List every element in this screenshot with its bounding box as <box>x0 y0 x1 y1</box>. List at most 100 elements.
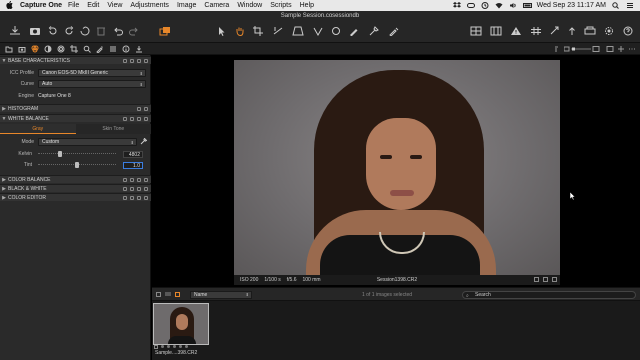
output-tab-icon[interactable] <box>135 45 143 53</box>
help-icon[interactable] <box>123 195 127 200</box>
tint-slider-handle[interactable] <box>75 162 79 168</box>
copy-icon[interactable] <box>137 177 141 182</box>
help-icon[interactable] <box>123 116 127 121</box>
app-menu[interactable]: Capture One <box>20 2 62 9</box>
notification-center-icon[interactable] <box>626 2 634 9</box>
proof-margins-icon[interactable] <box>549 26 561 36</box>
select-tool-icon[interactable] <box>216 26 228 36</box>
help-icon[interactable] <box>123 58 127 63</box>
timemachine-icon[interactable] <box>481 2 489 9</box>
menu-scripts[interactable]: Scripts <box>270 2 291 9</box>
menu-help[interactable]: Help <box>300 2 314 9</box>
crop-tool-icon[interactable] <box>252 26 264 36</box>
grid-overlay-icon[interactable] <box>530 26 542 36</box>
import-icon[interactable] <box>9 26 21 36</box>
copy-icon[interactable] <box>137 195 141 200</box>
help-icon[interactable] <box>137 106 141 111</box>
kelvin-slider-handle[interactable] <box>58 151 62 157</box>
menu-adjustments[interactable]: Adjustments <box>130 2 169 9</box>
browser-filmstrip-icon[interactable] <box>175 292 180 297</box>
more-icon[interactable] <box>628 45 636 53</box>
menu-camera[interactable]: Camera <box>204 2 229 9</box>
thumbnail[interactable] <box>153 303 209 345</box>
rotate-left-icon[interactable] <box>47 26 59 36</box>
multi-view-icon[interactable] <box>490 26 502 36</box>
color-tab-icon[interactable] <box>31 45 39 53</box>
more-icon[interactable] <box>144 177 148 182</box>
copy-icon[interactable] <box>137 116 141 121</box>
more-icon[interactable] <box>144 58 148 63</box>
help-icon[interactable] <box>123 186 127 191</box>
details-tab-icon[interactable] <box>83 45 91 53</box>
straighten-tool-icon[interactable] <box>272 26 284 36</box>
rating-dot-icon[interactable] <box>179 345 182 348</box>
apple-menu-icon[interactable] <box>6 0 14 11</box>
compare-icon[interactable] <box>617 45 625 53</box>
tab-skin-tone[interactable]: Skin Tone <box>75 124 151 134</box>
exposure-warning-icon[interactable] <box>510 26 522 36</box>
volume-icon[interactable] <box>509 2 517 9</box>
redo-icon[interactable] <box>128 26 140 36</box>
color-tag-icon[interactable] <box>543 277 548 282</box>
undo-icon[interactable] <box>112 26 124 36</box>
zoom-slider[interactable] <box>563 45 600 53</box>
keystone-tool-icon[interactable] <box>292 26 304 36</box>
menubar-clock[interactable]: Wed Sep 23 11:17 AM <box>537 2 606 9</box>
reset-icon[interactable] <box>130 195 134 200</box>
select-checkbox-icon[interactable] <box>154 345 158 349</box>
menu-edit[interactable]: Edit <box>87 2 99 9</box>
more-icon[interactable] <box>144 116 148 121</box>
image-viewer[interactable]: ISO 200 1/100 s f/5.6 100 mm Session1398… <box>152 55 640 287</box>
portrait-photo[interactable] <box>234 60 560 275</box>
menu-file[interactable]: File <box>68 2 79 9</box>
spot-removal-tool-icon[interactable] <box>312 26 324 37</box>
color-editor-header[interactable]: ▶ COLOR EDITOR <box>0 193 151 201</box>
copy-icon[interactable] <box>137 58 141 63</box>
rating-icon[interactable] <box>534 277 539 282</box>
annotation-tool-icon[interactable] <box>330 26 342 36</box>
library-tab-icon[interactable] <box>5 45 13 53</box>
tint-value-field[interactable]: 1.0 <box>123 161 143 169</box>
composition-tab-icon[interactable] <box>70 45 78 53</box>
grid-view-icon[interactable] <box>470 26 482 36</box>
tab-gray[interactable]: Gray <box>0 124 76 134</box>
reset-icon[interactable] <box>130 58 134 63</box>
settings-gear-icon[interactable] <box>603 26 615 36</box>
brush-tool-icon[interactable] <box>348 26 360 37</box>
capture-tab-icon[interactable] <box>18 45 26 53</box>
rating-dot-icon[interactable] <box>167 345 170 348</box>
more-icon[interactable] <box>144 195 148 200</box>
help-icon[interactable] <box>123 177 127 182</box>
base-characteristics-header[interactable]: ▼ BASE CHARACTERISTICS <box>0 56 151 64</box>
fit-zoom-label-icon[interactable] <box>554 45 562 53</box>
adjustments-tab-icon[interactable] <box>109 45 117 53</box>
exposure-tab-icon[interactable] <box>44 45 52 53</box>
rating-dot-icon[interactable] <box>185 345 188 348</box>
copy-icon[interactable] <box>137 186 141 191</box>
kelvin-slider[interactable] <box>38 151 116 157</box>
help-icon[interactable] <box>622 26 634 36</box>
menu-window[interactable]: Window <box>237 2 262 9</box>
reset-icon[interactable] <box>130 177 134 182</box>
lens-tab-icon[interactable] <box>57 45 65 53</box>
print-icon[interactable] <box>584 26 596 36</box>
kelvin-value-field[interactable]: 4802 <box>123 150 143 158</box>
sort-select[interactable]: Name ⬍ <box>190 291 252 299</box>
share-icon[interactable] <box>566 26 578 36</box>
rotate-right-icon[interactable] <box>63 26 75 36</box>
wb-mode-select[interactable]: Custom ⬍ <box>38 138 137 146</box>
metadata-tab-icon[interactable] <box>122 45 130 53</box>
more-icon[interactable] <box>144 106 148 111</box>
dropbox-icon[interactable] <box>452 2 461 9</box>
viewer-grid-icon[interactable] <box>552 277 557 282</box>
search-input[interactable]: ⌕ Search <box>462 291 636 299</box>
browser-list-icon[interactable] <box>165 292 171 297</box>
view-icon[interactable] <box>606 45 614 53</box>
black-white-header[interactable]: ▶ BLACK & WHITE <box>0 184 151 192</box>
browser-grid-icon[interactable] <box>156 292 161 297</box>
icc-profile-select[interactable]: Canon EOS-5D MkIII Generic ⬍ <box>38 69 146 77</box>
copy-adjustments-tool-icon[interactable] <box>388 26 400 37</box>
white-balance-header[interactable]: ▼ WHITE BALANCE <box>0 114 151 122</box>
copy-apply-icon[interactable] <box>159 26 171 36</box>
reset-icon[interactable] <box>130 116 134 121</box>
